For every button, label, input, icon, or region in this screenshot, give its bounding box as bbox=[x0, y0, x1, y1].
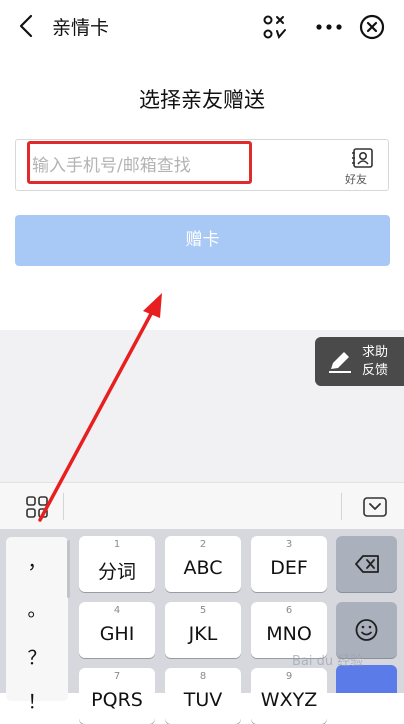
key-label: MNO bbox=[266, 623, 312, 645]
key-7[interactable]: 7 PQRS bbox=[79, 668, 155, 724]
key-9[interactable]: 9 WXYZ bbox=[251, 668, 327, 724]
key-2[interactable]: 2 ABC bbox=[165, 536, 241, 592]
punctuation-scrollbar[interactable] bbox=[67, 540, 70, 598]
punct-key[interactable]: ！ bbox=[6, 687, 68, 714]
key-number: 3 bbox=[285, 539, 293, 550]
contact-card-icon bbox=[352, 148, 373, 168]
key-number: 7 bbox=[113, 671, 121, 682]
punct-key[interactable]: 。 bbox=[6, 595, 68, 622]
key-number: 6 bbox=[285, 605, 293, 616]
punct-key[interactable]: ， bbox=[6, 547, 68, 574]
page-title: 亲情卡 bbox=[52, 17, 110, 39]
punct-key[interactable]: ？ bbox=[6, 643, 68, 670]
close-icon[interactable] bbox=[357, 12, 387, 42]
grid-icon[interactable] bbox=[26, 496, 48, 518]
back-icon[interactable] bbox=[14, 12, 40, 40]
key-number: 8 bbox=[199, 671, 207, 682]
help-label-1: 求助 bbox=[362, 345, 389, 360]
keyboard-toolbar bbox=[0, 482, 404, 529]
key-8[interactable]: 8 TUV bbox=[165, 668, 241, 724]
gift-card-button[interactable]: 赠卡 bbox=[15, 215, 390, 266]
top-bar: 亲情卡 bbox=[0, 0, 404, 52]
toolbar-divider bbox=[63, 493, 64, 520]
scan-icon[interactable] bbox=[262, 14, 288, 40]
page-heading: 选择亲友赠送 bbox=[139, 88, 265, 112]
key-4[interactable]: 4 GHI bbox=[79, 602, 155, 658]
toolbar-divider bbox=[341, 493, 342, 520]
friend-picker-button[interactable]: 好友 bbox=[345, 147, 378, 187]
key-label: JKL bbox=[188, 623, 218, 645]
key-number: 9 bbox=[285, 671, 293, 682]
key-3[interactable]: 3 DEF bbox=[251, 536, 327, 592]
next-key[interactable] bbox=[336, 665, 397, 693]
watermark: Bai du 经验 bbox=[292, 654, 364, 669]
key-5[interactable]: 5 JKL bbox=[165, 602, 241, 658]
friend-label: 好友 bbox=[345, 173, 367, 186]
key-number: 4 bbox=[113, 605, 121, 616]
backspace-key[interactable] bbox=[336, 536, 397, 592]
backspace-icon bbox=[355, 555, 379, 573]
edit-icon bbox=[329, 352, 351, 373]
key-label: GHI bbox=[99, 623, 135, 645]
key-label: TUV bbox=[183, 689, 223, 711]
help-label-2: 反馈 bbox=[362, 363, 389, 378]
key-label: PQRS bbox=[91, 689, 143, 711]
annotation-highlight-box bbox=[27, 141, 252, 184]
key-number: 2 bbox=[199, 539, 207, 550]
key-1[interactable]: 1 分词 bbox=[79, 536, 155, 592]
hide-keyboard-icon[interactable] bbox=[363, 497, 387, 517]
key-label: DEF bbox=[270, 557, 308, 579]
key-number: 5 bbox=[199, 605, 207, 616]
key-label: 分词 bbox=[97, 561, 136, 583]
key-label: ABC bbox=[183, 557, 223, 579]
more-icon[interactable] bbox=[314, 14, 344, 40]
help-feedback-button[interactable]: 求助 反馈 bbox=[315, 337, 404, 386]
punctuation-column[interactable]: ， 。 ？ ！ bbox=[6, 537, 68, 713]
key-number: 1 bbox=[113, 539, 121, 550]
key-label: WXYZ bbox=[260, 689, 318, 711]
